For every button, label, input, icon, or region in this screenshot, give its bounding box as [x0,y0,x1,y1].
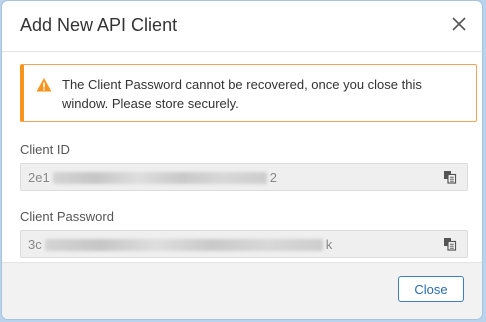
dialog-footer: Close [2,262,482,319]
dialog-title: Add New API Client [20,15,178,35]
close-button[interactable]: Close [398,276,464,302]
client-id-field[interactable]: 2e1 2 [20,163,468,191]
copy-icon[interactable] [443,237,457,251]
client-id-suffix: 2 [269,169,277,185]
dialog-header: Add New API Client [2,1,482,52]
warning-alert: The Client Password cannot be recovered,… [20,64,477,122]
dialog-body: The Client Password cannot be recovered,… [2,52,482,258]
alert-message: The Client Password cannot be recovered,… [62,77,422,111]
client-id-value: 2e1 2 [21,170,277,185]
redacted-blur [44,239,323,252]
close-icon[interactable] [450,15,468,33]
client-id-prefix: 2e1 [28,169,50,185]
client-password-value: 3c k [21,237,332,252]
copy-icon[interactable] [443,170,457,184]
client-password-field[interactable]: 3c k [20,230,468,258]
client-password-prefix: 3c [28,236,42,252]
client-password-suffix: k [325,236,333,252]
client-password-label: Client Password [20,209,114,224]
add-api-client-dialog: Add New API Client The Client Password c… [2,1,482,319]
warning-icon [36,78,52,92]
redacted-blur [52,172,267,185]
client-id-label: Client ID [20,142,70,157]
